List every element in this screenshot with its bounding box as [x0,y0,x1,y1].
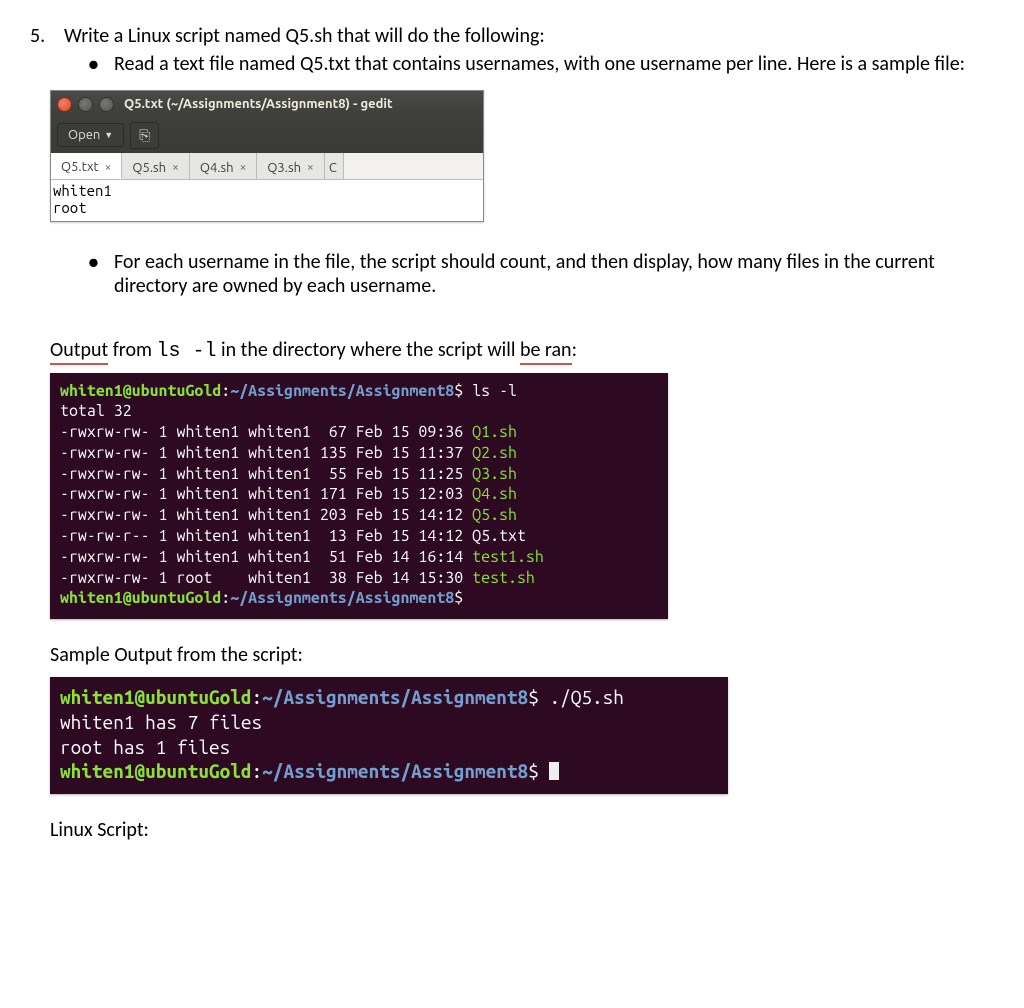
output-label: from [108,338,156,362]
new-document-icon: ⎘ [139,127,150,144]
output-label: : [572,338,577,362]
gedit-editor[interactable]: whiten1root [51,180,483,221]
output-command: ls -l [157,340,217,363]
tab-label: Q3.sh [267,161,301,175]
bullet-2-text: For each username in the file, the scrip… [114,250,994,298]
new-document-button[interactable]: ⎘ [130,122,159,149]
terminal-ls-output: whiten1@ubuntuGold:~/Assignments/Assignm… [50,373,668,620]
maximize-icon[interactable] [99,97,114,112]
tab-label: Q5.txt [61,160,99,174]
tab-q5-sh[interactable]: Q5.sh × [122,153,189,179]
output-label-underlined: be ran [520,338,572,365]
close-icon[interactable]: × [105,161,112,174]
terminal-script-output: whiten1@ubuntuGold:~/Assignments/Assignm… [50,677,728,794]
question-number: 5. [30,24,64,48]
close-icon[interactable]: × [240,161,247,174]
tab-partial[interactable]: C [325,153,344,179]
file-line: whiten1 [53,182,481,199]
sample-output-label: Sample Output from the script: [50,643,994,667]
gedit-toolbar: Open ▼ ⎘ [51,117,483,153]
bullet-dot-icon: ● [88,251,114,273]
linux-script-label: Linux Script: [50,818,994,842]
bullet-1-text: Read a text file named Q5.txt that conta… [114,52,965,76]
tab-q5-txt[interactable]: Q5.txt × [51,153,122,179]
output-label: in the directory where the script will [217,338,520,362]
tab-label: Q5.sh [132,161,166,175]
tab-q3-sh[interactable]: Q3.sh × [257,153,324,179]
open-button[interactable]: Open ▼ [57,123,124,147]
question-text: Write a Linux script named Q5.sh that wi… [64,24,545,48]
close-icon[interactable]: × [307,161,314,174]
question-heading: 5. Write a Linux script named Q5.sh that… [30,24,994,48]
close-icon[interactable] [57,97,72,112]
bullet-2: ● For each username in the file, the scr… [88,250,994,298]
output-label-underlined: Output [50,338,108,365]
tab-label: Q4.sh [200,161,234,175]
gedit-window: Q5.txt (~/Assignments/Assignment8) - ged… [50,90,484,222]
close-icon[interactable]: × [172,161,179,174]
open-button-label: Open [68,128,100,142]
gedit-title: Q5.txt (~/Assignments/Assignment8) - ged… [124,97,393,111]
gedit-tab-strip: Q5.txt × Q5.sh × Q4.sh × Q3.sh × C [51,153,483,180]
output-label-line: Output from ls -l in the directory where… [50,338,994,363]
gedit-titlebar: Q5.txt (~/Assignments/Assignment8) - ged… [51,91,483,117]
bullet-1: ● Read a text file named Q5.txt that con… [88,52,994,76]
tab-q4-sh[interactable]: Q4.sh × [190,153,257,179]
file-line: root [53,199,481,216]
chevron-down-icon: ▼ [104,130,113,140]
minimize-icon[interactable] [78,97,93,112]
window-controls [57,97,114,112]
bullet-dot-icon: ● [88,53,114,75]
